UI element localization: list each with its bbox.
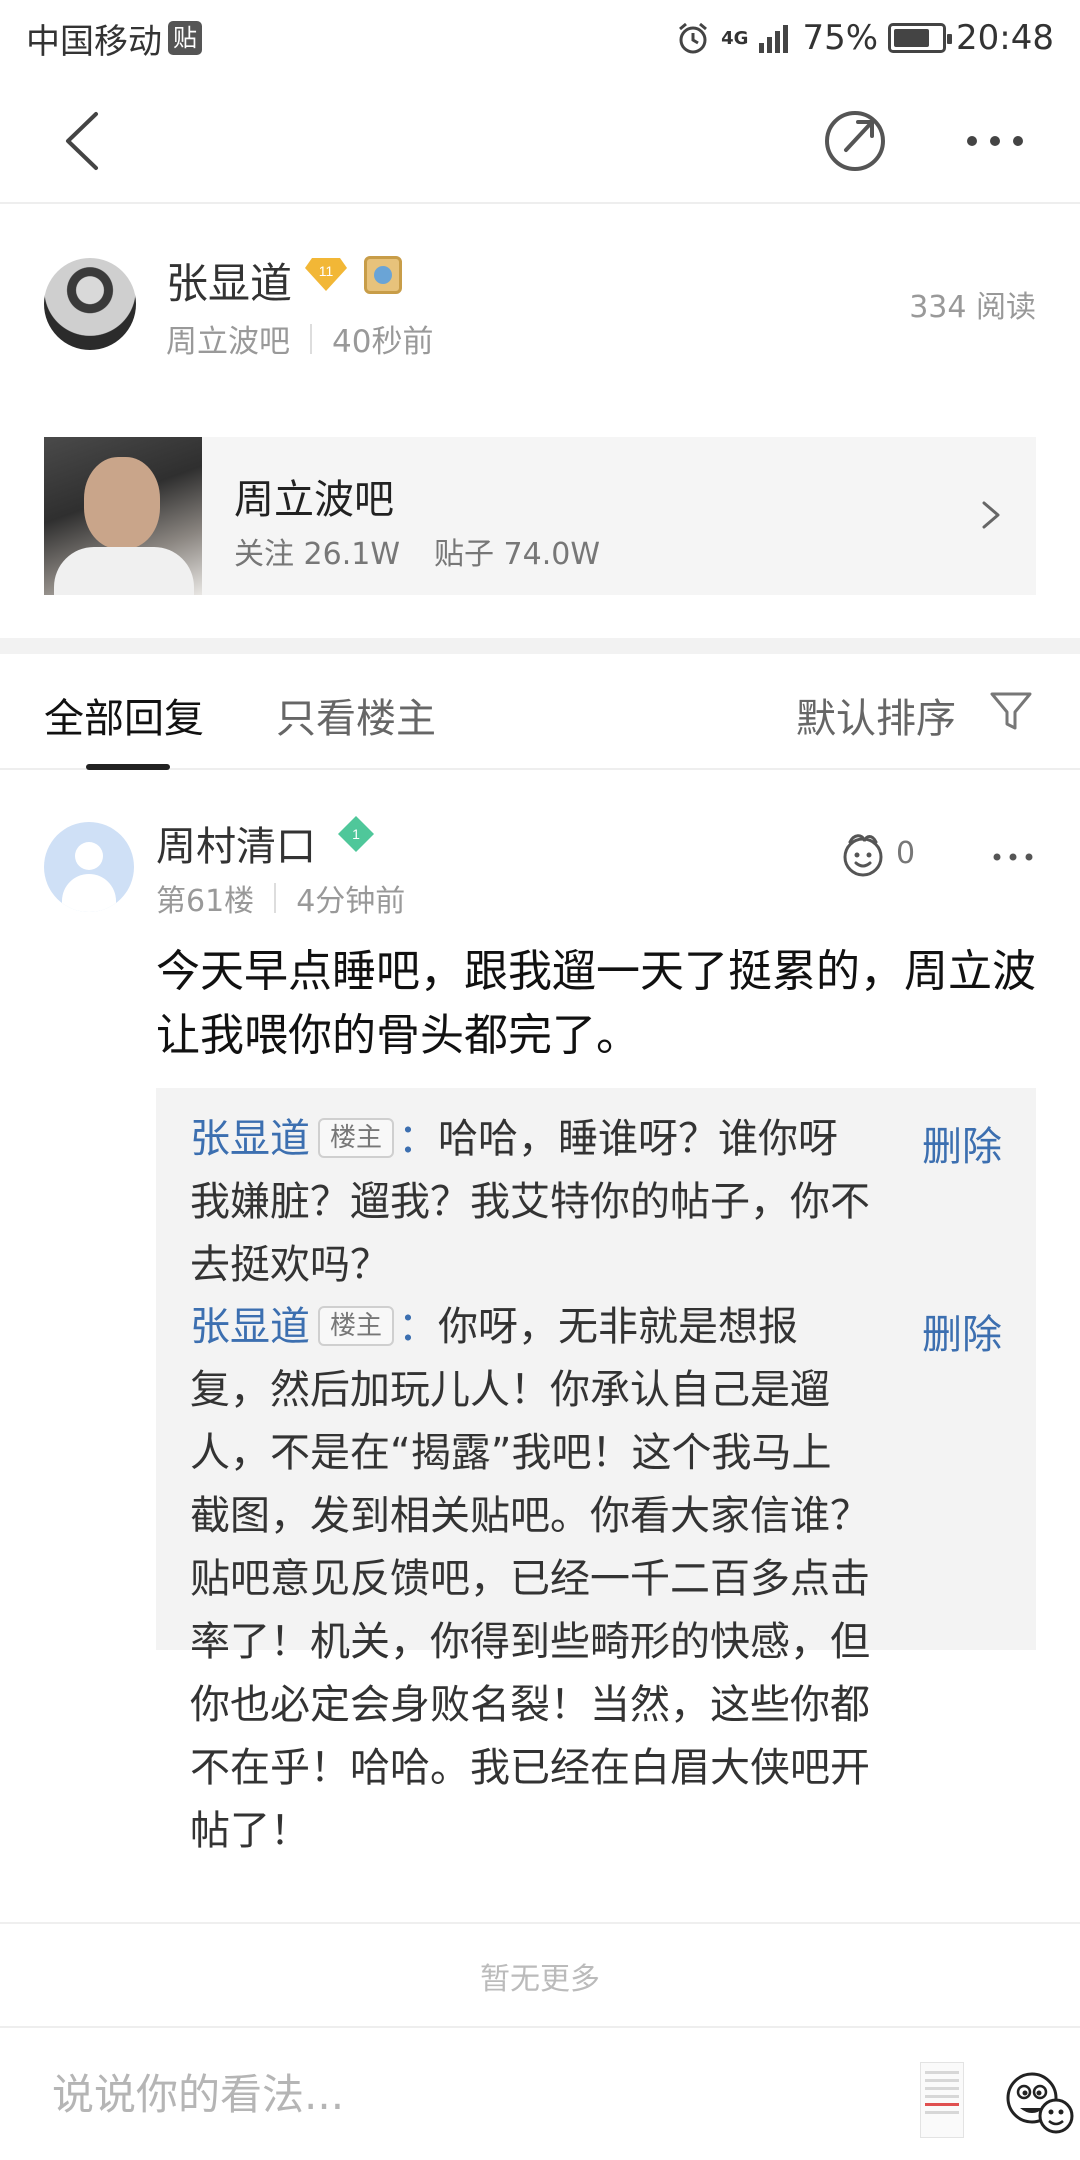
sort-button[interactable]: 默认排序 [796, 686, 956, 744]
like-icon[interactable] [838, 830, 888, 880]
owner-tag: 楼主 [318, 1306, 395, 1346]
clock: 20:48 [956, 18, 1054, 58]
author-forum[interactable]: 周立波吧 [166, 316, 290, 361]
comment-bar [0, 2026, 1080, 2160]
delete-button[interactable]: 删除 [922, 1302, 1002, 1360]
reply-tabs: 全部回复 只看楼主 默认排序 [0, 654, 1080, 770]
chevron-right-icon [982, 501, 1000, 529]
alarm-icon [679, 22, 708, 54]
signal-icon [759, 25, 789, 53]
forum-posts: 贴子 74.0W [434, 537, 600, 572]
post-author-header: 张显道 11 周立波吧 40秒前 334 阅读 [0, 204, 1080, 404]
medal-icon [364, 256, 402, 294]
forum-avatar [44, 437, 202, 595]
tab-only-owner[interactable]: 只看楼主 [276, 686, 436, 744]
read-count: 334 阅读 [909, 290, 1036, 325]
delete-button[interactable]: 删除 [922, 1114, 1002, 1172]
divider [274, 883, 277, 913]
author-meta: 周立波吧 40秒前 [166, 316, 433, 361]
active-tab-indicator [86, 764, 170, 770]
level-badge-icon: 11 [305, 258, 347, 291]
more-dots-icon[interactable] [960, 106, 1030, 176]
no-more-label: 暂无更多 [480, 1962, 600, 1997]
network-type: 4G [721, 27, 749, 49]
sub-reply-username[interactable]: 张显道 [190, 1304, 310, 1350]
reply-username[interactable]: 周村清口 [156, 814, 316, 872]
author-level-text: 11 [319, 263, 334, 279]
sub-reply[interactable]: 张显道 楼主 ：你呀，无非就是想报复，然后加玩儿人！你承认自己是遛人，不是在“揭露”… [190, 1296, 870, 1863]
filter-icon[interactable] [988, 688, 1034, 734]
sub-replies: 张显道 楼主 ：哈哈，睡谁呀？谁你呀我嫌脏？遛我？我艾特你的帖子，你不去挺欢吗？ 删… [156, 1088, 1036, 1854]
sub-reply[interactable]: 张显道 楼主 ：哈哈，睡谁呀？谁你呀我嫌脏？遛我？我艾特你的帖子，你不去挺欢吗？ [190, 1108, 870, 1297]
forum-card[interactable]: 周立波吧 关注 26.1W 贴子 74.0W [44, 437, 1036, 595]
forum-followers: 关注 26.1W [234, 537, 400, 572]
reply-content: 今天早点睡吧，跟我遛一天了挺累的，周立波让我喂你的骨头都完了。 [156, 946, 1036, 1061]
post-time: 40秒前 [332, 324, 434, 360]
emoji-icon[interactable] [1002, 2058, 1078, 2138]
forum-stats: 关注 26.1W 贴子 74.0W [234, 529, 600, 573]
sub-reply-colon: ： [398, 1116, 439, 1162]
divider [310, 323, 312, 354]
chevron-left-icon[interactable] [52, 106, 122, 176]
divider [0, 1922, 1080, 1924]
comment-input[interactable] [52, 2064, 852, 2124]
status-indicators: 4G 75% 20:48 [675, 18, 1054, 58]
carrier-name: 中国移动 [26, 21, 162, 62]
tieba-notification-icon: 贴 [168, 21, 202, 55]
sub-reply-colon: ： [398, 1304, 439, 1350]
forum-name: 周立波吧 [234, 477, 394, 523]
sub-reply-text: 你呀，无非就是想报复，然后加玩儿人！你承认自己是遛人，不是在“揭露”我吧！这个我… [190, 1304, 870, 1854]
tab-all-replies[interactable]: 全部回复 [44, 686, 204, 744]
like-count: 0 [896, 836, 916, 871]
battery-icon [888, 23, 953, 53]
reply-meta: 第61楼 4分钟前 [156, 876, 405, 920]
status-bar: 中国移动 贴 4G 75% 20:48 [0, 0, 1080, 76]
reply-floor: 第61楼 [156, 884, 255, 919]
section-divider [0, 638, 1080, 654]
battery-percent: 75% [802, 18, 879, 58]
owner-tag: 楼主 [318, 1118, 395, 1158]
nav-bar [0, 76, 1080, 204]
author-avatar[interactable] [44, 258, 136, 350]
author-name[interactable]: 张显道 [166, 250, 292, 311]
carrier: 中国移动 贴 [26, 14, 202, 63]
sub-reply-username[interactable]: 张显道 [190, 1116, 310, 1162]
level-badge-icon: 1 [338, 816, 374, 852]
reply-level-text: 1 [352, 826, 360, 842]
image-picker-icon[interactable] [920, 2062, 964, 2138]
reply-avatar[interactable] [44, 822, 134, 912]
share-icon[interactable] [822, 104, 892, 174]
more-dots-icon[interactable] [990, 834, 1036, 880]
reply-time: 4分钟前 [296, 884, 406, 919]
